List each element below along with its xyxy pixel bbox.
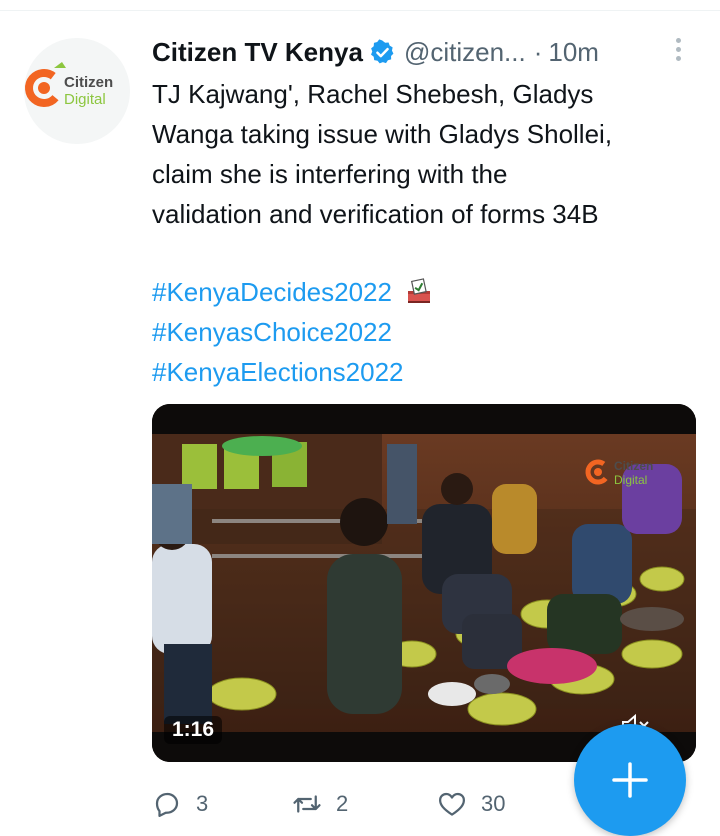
separator-dot: · — [533, 36, 543, 67]
compose-plus-icon — [612, 762, 648, 798]
avatar[interactable]: Citizen Digital — [24, 38, 130, 144]
like-icon — [439, 792, 465, 816]
author-handle[interactable]: @citizen... — [404, 37, 526, 68]
svg-text:Citizen: Citizen — [64, 74, 113, 91]
tweet-text-line: TJ Kajwang', Rachel Shebesh, Gladys — [152, 79, 594, 109]
hashtag-link[interactable]: #KenyasChoice2022 — [152, 317, 392, 347]
compose-tweet-button[interactable] — [574, 724, 686, 836]
citizen-digital-watermark: Citizen Digital — [585, 459, 653, 487]
hashtag-link[interactable]: #KenyaDecides2022 — [152, 277, 392, 307]
tweet-timestamp[interactable]: 10m — [548, 37, 599, 68]
tweet-text-line: Wanga taking issue with Gladys Shollei, — [152, 119, 613, 149]
reply-count: 3 — [196, 791, 209, 816]
hashtag-link[interactable]: #KenyaElections2022 — [152, 357, 404, 387]
reply-button[interactable]: 3 — [152, 789, 292, 819]
svg-text:Digital: Digital — [614, 473, 647, 487]
author-name[interactable]: Citizen TV Kenya — [152, 37, 363, 68]
video-player[interactable]: Citizen Digital 1:16 — [152, 404, 696, 762]
like-button[interactable]: 30 — [437, 789, 577, 819]
tweet-text: TJ Kajwang', Rachel Shebesh, Gladys Wang… — [152, 74, 697, 234]
top-divider — [0, 10, 720, 11]
retweet-count: 2 — [336, 791, 349, 816]
more-options-icon[interactable] — [670, 36, 686, 66]
video-duration: 1:16 — [164, 716, 223, 744]
like-count: 30 — [481, 791, 506, 816]
tweet-actions: 3 2 30 — [152, 780, 577, 828]
tweet-text-line: claim she is interfering with the — [152, 159, 508, 189]
svg-text:Digital: Digital — [64, 91, 106, 108]
svg-text:Citizen: Citizen — [614, 459, 653, 473]
retweet-button[interactable]: 2 — [292, 789, 437, 819]
reply-icon — [155, 792, 179, 817]
ballot-box-icon — [408, 278, 431, 303]
verified-badge-icon — [370, 38, 394, 63]
hashtags: #KenyaDecides2022 #KenyasChoice2022 #Ken… — [152, 272, 433, 392]
tweet-header: Citizen TV Kenya @citizen... · 10m — [152, 32, 599, 72]
citizen-digital-logo: Citizen Digital — [25, 62, 113, 108]
retweet-icon — [293, 795, 321, 813]
tweet-text-line: validation and verification of forms 34B — [152, 199, 599, 229]
